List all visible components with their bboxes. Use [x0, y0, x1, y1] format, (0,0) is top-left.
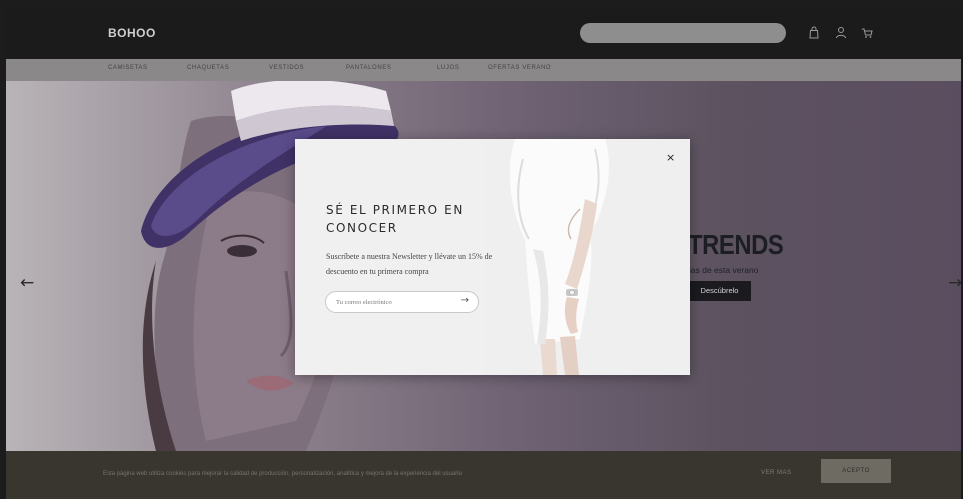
main-nav: Camisetas Chaquetas Vestidos Pantalones …	[6, 59, 961, 81]
nav-item-pantalones[interactable]: Pantalones	[346, 65, 391, 71]
nav-item-lujos[interactable]: Lujos	[437, 65, 459, 71]
nav-item-vestidos[interactable]: Vestidos	[269, 65, 304, 71]
page: BOHOO Camisetas Chaquetas Vestidos Panta…	[6, 8, 961, 499]
cookie-banner: Esta página web utiliza cookies para mej…	[6, 451, 961, 499]
nav-item-camisetas[interactable]: Camisetas	[108, 65, 148, 71]
cookie-more-link[interactable]: VER MAS	[761, 470, 792, 476]
email-field-wrapper: →	[325, 291, 479, 313]
modal-description: Suscríbete a nuestra Newsletter y llévat…	[326, 252, 493, 276]
nav-item-ofertas-verano[interactable]: Ofertas Verano	[488, 65, 551, 71]
hero-subtitle: ias de esta verano	[689, 265, 759, 275]
modal-title: SÉ EL PRIMERO EN CONOCER	[326, 203, 464, 235]
user-icon[interactable]	[835, 26, 847, 39]
carousel-prev-arrow-icon[interactable]: ←	[20, 273, 34, 293]
bag-icon[interactable]	[808, 26, 820, 39]
search-input[interactable]	[580, 23, 786, 43]
nav-item-chaquetas[interactable]: Chaquetas	[187, 65, 229, 71]
top-header: BOHOO	[6, 8, 961, 59]
carousel-next-arrow-icon[interactable]: →	[948, 273, 961, 293]
newsletter-modal: SÉ EL PRIMERO EN CONOCER Suscríbete a nu…	[295, 139, 690, 375]
cookie-text: Esta página web utiliza cookies para mej…	[103, 471, 462, 477]
logo[interactable]: BOHOO	[108, 26, 156, 40]
cookie-accept-button[interactable]: ACEPTO	[821, 459, 891, 483]
email-input[interactable]	[336, 295, 448, 310]
close-icon[interactable]: ×	[666, 151, 675, 164]
hero-title: TRENDS	[688, 229, 784, 260]
cart-icon[interactable]	[861, 26, 873, 39]
discover-button[interactable]: Descúbrelo	[688, 281, 751, 301]
submit-arrow-icon[interactable]: →	[461, 295, 469, 306]
